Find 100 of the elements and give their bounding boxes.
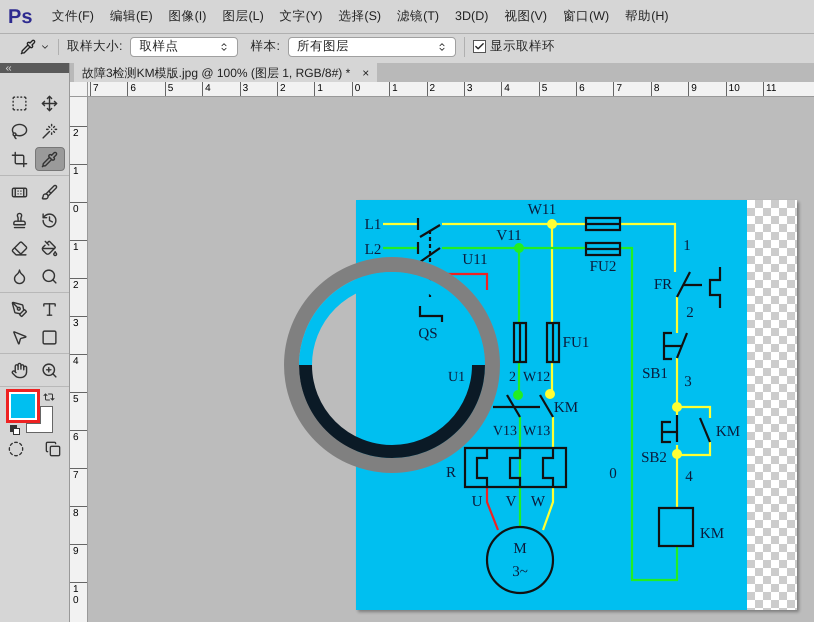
wire (383, 246, 418, 250)
menu-item[interactable]: 图像(I) (160, 7, 214, 26)
diagram-label: 0 (609, 466, 617, 482)
document-tab[interactable]: 故障3检测KM模版.jpg @ 100% (图层 1, RGB/8#) * × (74, 63, 378, 82)
ruler-label: 3 (466, 83, 472, 94)
diagram-label: M (513, 541, 527, 557)
junction-dot (547, 219, 557, 229)
ruler-label: 4 (205, 83, 211, 94)
qs-contact (418, 306, 444, 322)
ruler-label: 0 (73, 204, 80, 215)
document-title: 故障3检测KM模版.jpg @ 100% (图层 1, RGB/8#) * (82, 64, 350, 82)
contactor-contact (492, 394, 554, 418)
menu-item[interactable]: 窗口(W) (555, 7, 618, 26)
swap-arrows-icon[interactable] (43, 391, 55, 403)
ruler-label: 7 (93, 83, 99, 94)
holding-contact (698, 418, 712, 442)
menu-item[interactable]: 图层(L) (214, 7, 272, 26)
paint-bucket-icon (41, 240, 58, 256)
wire (383, 222, 418, 226)
wire (447, 272, 488, 290)
sample-size-dropdown[interactable]: 取样点 (130, 36, 238, 56)
ruler-label: 2 (280, 83, 286, 94)
fuse (584, 242, 622, 256)
diagram-label: W11 (528, 202, 556, 218)
ruler-label: 4 (73, 356, 80, 367)
menu-item[interactable]: 编辑(E) (102, 7, 161, 26)
diagram-label: 2 (509, 370, 516, 385)
ruler-label: 7 (73, 470, 80, 481)
tool-preset-picker[interactable] (20, 38, 59, 54)
pen-icon (10, 300, 28, 318)
menu-item[interactable]: 文字(Y) (272, 7, 330, 26)
diagram-label: V11 (496, 228, 522, 244)
type-icon (41, 300, 58, 318)
stepper-icon (219, 42, 230, 52)
quick-mask-icon[interactable] (8, 441, 24, 457)
sample-label: 样本: (250, 38, 280, 56)
ruler-label: 2 (430, 83, 436, 94)
menu-item[interactable]: 视图(V) (496, 7, 556, 26)
diagram-label: SB1 (642, 366, 668, 382)
tool-button[interactable] (34, 147, 64, 171)
motor-circle (486, 526, 554, 594)
diagram-label: FU1 (562, 335, 590, 351)
diagram-label: QS (418, 326, 438, 342)
diagram-label: V13 (492, 424, 517, 439)
menu-item[interactable]: 帮助(H) (617, 7, 677, 26)
ruler-label: 10 (73, 584, 80, 606)
default-colors-icon[interactable] (10, 425, 20, 435)
diagram-label: KM (700, 526, 724, 542)
checkbox[interactable] (472, 40, 486, 53)
menu-item[interactable]: 选择(S) (330, 7, 390, 26)
ruler-label: 3 (73, 318, 80, 329)
checkbox-label: 显示取样环 (490, 38, 555, 56)
diagram-label: U (472, 494, 482, 510)
junction-dot (672, 402, 682, 412)
ruler-label: 4 (504, 83, 510, 94)
move-icon (41, 94, 58, 112)
diagram-label: SB2 (641, 450, 667, 466)
ruler-label: 8 (73, 508, 80, 519)
coil (658, 506, 694, 548)
diagram-label: R (446, 465, 456, 481)
junction-dot (513, 390, 523, 400)
magic-wand-icon (41, 122, 58, 140)
menu-item[interactable]: 文件(F) (44, 7, 102, 26)
junction-dot (672, 449, 682, 459)
menu-item[interactable]: 3D(D) (447, 7, 496, 26)
diagram-label: KM (554, 400, 578, 416)
crop-icon (10, 150, 28, 168)
sample-size-label: 取样大小: (67, 38, 122, 56)
diagram-label: 2 (686, 305, 694, 321)
diagram-label: W (530, 494, 546, 510)
diagram-label: U1 (448, 370, 466, 385)
diagram-label: 4 (685, 469, 693, 485)
lasso-icon (10, 122, 28, 140)
diagram-label: U11 (462, 252, 488, 268)
eyedropper-icon (41, 150, 58, 168)
diagram-label: FU2 (590, 259, 616, 275)
diagram-label: W12 (523, 370, 550, 385)
ruler-label: 6 (579, 83, 585, 94)
collapse-icon[interactable] (4, 64, 13, 72)
ruler-label: 3 (242, 83, 248, 94)
junction-dot (514, 243, 524, 253)
sample-dropdown[interactable]: 所有图层 (288, 36, 456, 56)
fuse (512, 322, 528, 364)
history-brush-icon (41, 212, 58, 228)
ruler-label: 2 (73, 280, 80, 291)
background-color-swatch[interactable] (26, 406, 53, 433)
foreground-color-swatch[interactable] (6, 389, 40, 423)
ruler-label: 8 (654, 83, 660, 94)
eyedropper-icon (20, 38, 36, 54)
menu-item[interactable]: 滤镜(T) (389, 7, 448, 26)
diagram-label: FR (654, 277, 672, 293)
wire (552, 417, 554, 448)
close-tab-button[interactable]: × (362, 64, 370, 82)
ruler-label: 5 (73, 394, 80, 405)
ruler-label: 9 (73, 546, 80, 557)
diagram-label: KM (716, 424, 740, 440)
ruler-label: 2 (73, 128, 80, 139)
ruler-label: 1 (73, 242, 80, 253)
switch-contact (416, 216, 442, 264)
screen-mode-icon[interactable] (45, 441, 61, 457)
